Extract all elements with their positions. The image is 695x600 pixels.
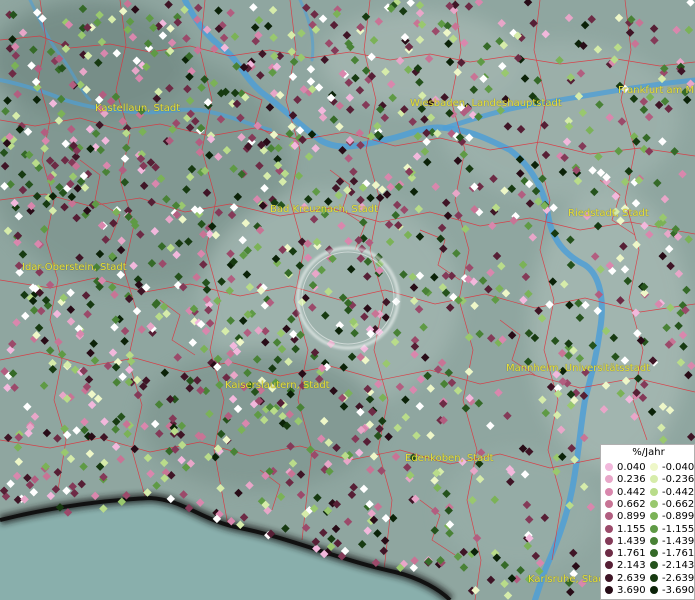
legend-value: -1.155 — [662, 523, 695, 535]
legend-swatch — [605, 499, 613, 508]
legend-value: 0.662 — [617, 498, 646, 510]
legend-value: -1.439 — [662, 535, 695, 547]
legend-value: -0.442 — [662, 486, 695, 498]
legend-value: -1.761 — [662, 548, 695, 560]
legend-swatch — [605, 512, 613, 521]
city-label-mannheim[interactable]: Mannheim, Universitätsstadt — [506, 363, 650, 374]
legend-swatch — [650, 524, 658, 533]
city-label-idar-oberstein[interactable]: Idar-Oberstein, Stadt — [22, 262, 127, 273]
legend: %/Jahr 0.040 -0.040 0.236 -0.236 0.442 -0.442… — [600, 444, 695, 600]
city-label-kastellaun[interactable]: Kastellaun, Stadt — [95, 103, 180, 114]
legend-swatch — [605, 561, 613, 570]
legend-swatch — [605, 524, 613, 533]
legend-swatch — [605, 536, 613, 545]
legend-value: -0.236 — [662, 474, 695, 486]
legend-value: 0.899 — [617, 511, 646, 523]
legend-value: 0.236 — [617, 474, 646, 486]
city-label-karlsruhe[interactable]: Karlsruhe, Stad — [528, 574, 605, 585]
legend-swatch — [650, 573, 658, 582]
city-label-bad-kreuznach[interactable]: Bad Kreuznach, Stadt — [270, 204, 378, 215]
legend-swatch — [650, 586, 658, 594]
legend-value: 0.442 — [617, 486, 646, 498]
legend-swatch — [650, 475, 658, 484]
city-label-frankfurt[interactable]: Frankfurt am M — [618, 85, 694, 96]
legend-swatch — [605, 475, 613, 484]
city-label-edenkoben[interactable]: Edenkoben, Stadt — [405, 453, 494, 464]
legend-title: %/Jahr — [632, 447, 665, 458]
legend-swatch — [605, 549, 613, 558]
legend-value: -0.899 — [662, 511, 695, 523]
city-label-wiesbaden[interactable]: Wiesbaden, Landeshauptstadt — [410, 98, 562, 109]
legend-swatch — [650, 536, 658, 545]
legend-value: 1.439 — [617, 535, 646, 547]
legend-swatch — [650, 463, 658, 471]
legend-value: 2.143 — [617, 560, 646, 572]
legend-value: 2.639 — [617, 572, 646, 584]
legend-value: 1.761 — [617, 548, 646, 560]
legend-swatch — [650, 512, 658, 521]
legend-swatch — [650, 487, 658, 496]
legend-swatch — [605, 573, 613, 582]
legend-swatch — [650, 561, 658, 570]
legend-value: -0.662 — [662, 498, 695, 510]
city-label-kaiserslautern[interactable]: Kaiserslautern, Stadt — [225, 380, 330, 391]
legend-value: -2.143 — [662, 560, 695, 572]
legend-value: -2.639 — [662, 572, 695, 584]
legend-value: -3.690 — [662, 585, 695, 596]
map-canvas[interactable]: Kastellaun, Stadt Wiesbaden, Landeshaupt… — [0, 0, 695, 600]
legend-swatch — [605, 487, 613, 496]
city-label-riedstadt[interactable]: Riedstadt, Stadt — [568, 208, 649, 219]
legend-swatch — [605, 586, 613, 594]
legend-swatch — [650, 499, 658, 508]
basemap — [0, 0, 695, 600]
legend-swatch — [605, 463, 613, 471]
legend-value: 1.155 — [617, 523, 646, 535]
legend-swatch — [650, 549, 658, 558]
legend-value: 0.040 — [617, 462, 646, 473]
legend-value: 3.690 — [617, 585, 646, 596]
legend-value: -0.040 — [662, 462, 695, 473]
